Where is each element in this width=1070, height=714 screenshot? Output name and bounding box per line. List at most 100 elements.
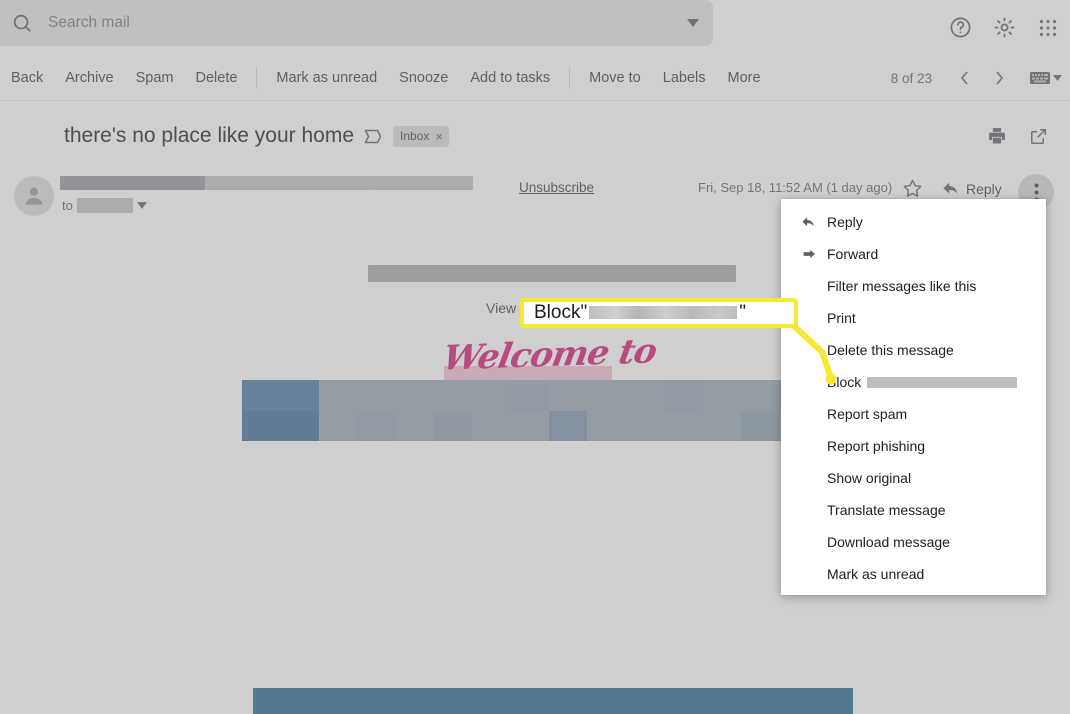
print-icon[interactable]	[987, 126, 1007, 146]
forward-arrow-icon	[801, 247, 827, 261]
toolbar-move-to-button[interactable]: Move to	[578, 55, 652, 101]
google-apps-grid-icon[interactable]	[1034, 14, 1062, 42]
toolbar-labels-button[interactable]: Labels	[652, 55, 717, 101]
chevron-right-icon[interactable]	[984, 63, 1014, 93]
menu-item-download-message[interactable]: Download message	[781, 526, 1046, 558]
recipient-redacted	[76, 198, 133, 213]
view-label: View	[486, 300, 517, 316]
message-date: Fri, Sep 18, 11:52 AM (1 day ago)	[698, 180, 893, 195]
avatar	[14, 176, 54, 216]
toolbar-mark-as-unread-button[interactable]: Mark as unread	[265, 55, 388, 101]
important-marker-icon[interactable]	[364, 129, 382, 144]
menu-item-label: Report spam	[827, 406, 908, 422]
callout-prefix: Block	[534, 302, 581, 323]
help-icon[interactable]	[946, 14, 974, 42]
toolbar-more-button[interactable]: More	[716, 55, 771, 101]
close-icon[interactable]: ×	[435, 129, 443, 144]
reply-arrow-icon	[801, 215, 827, 229]
search-icon	[10, 11, 34, 35]
pixel-tile	[510, 410, 549, 441]
menu-item-print[interactable]: Print	[781, 302, 1046, 334]
search-bar[interactable]	[0, 0, 713, 46]
subject-actions	[987, 110, 1048, 162]
to-label: to	[62, 198, 73, 213]
menu-item-reply[interactable]: Reply	[781, 206, 1046, 238]
toolbar-snooze-button[interactable]: Snooze	[388, 55, 459, 101]
pixel-tile	[549, 380, 588, 411]
pixel-tile	[357, 410, 396, 441]
pixel-tile	[357, 380, 396, 411]
pixel-tile	[242, 410, 281, 441]
callout-redacted-sender	[589, 306, 738, 320]
page-title: there's no place like your home	[64, 124, 355, 147]
menu-item-show-original[interactable]: Show original	[781, 462, 1046, 494]
menu-item-report-spam[interactable]: Report spam	[781, 398, 1046, 430]
pixel-tile	[587, 410, 626, 441]
pixel-tile	[664, 410, 703, 441]
welcome-script-smear	[444, 366, 612, 380]
search-options-chevron-down-icon[interactable]	[673, 19, 713, 27]
search-input[interactable]	[48, 14, 673, 32]
menu-item-label: Translate message	[827, 502, 946, 518]
menu-item-label: Download message	[827, 534, 950, 550]
reply-button[interactable]: Reply	[966, 181, 1002, 197]
top-bar	[0, 0, 1070, 55]
chevron-down-icon	[1053, 75, 1062, 81]
menu-item-report-phishing[interactable]: Report phishing	[781, 430, 1046, 462]
menu-item-label: Reply	[827, 214, 863, 230]
menu-item-label: Mark as unread	[827, 566, 925, 582]
body-redacted-line	[368, 265, 736, 282]
pixel-tile	[702, 410, 741, 441]
menu-item-filter-messages-like-this[interactable]: Filter messages like this	[781, 270, 1046, 302]
unsubscribe-link[interactable]: Unsubscribe	[519, 180, 594, 195]
keyboard-icon[interactable]	[1030, 71, 1062, 85]
pixel-tile	[433, 410, 473, 441]
menu-item-label: Delete this message	[827, 342, 954, 358]
toolbar-back-button[interactable]: Back	[0, 55, 54, 101]
pixel-tile	[395, 410, 434, 441]
sender-name-redacted	[60, 176, 473, 190]
toolbar-add-to-tasks-button[interactable]: Add to tasks	[459, 55, 561, 101]
block-callout: Block" "	[520, 298, 798, 328]
menu-item-mark-as-unread[interactable]: Mark as unread	[781, 558, 1046, 590]
message-count: 8 of 23	[890, 70, 932, 86]
recipient-chevron-down-icon[interactable]	[136, 202, 147, 209]
menu-item-label: Print	[827, 310, 856, 326]
pixel-tile	[433, 380, 473, 411]
label-chip-text: Inbox	[400, 129, 430, 143]
pixelated-image-band	[242, 380, 856, 441]
toolbar-archive-button[interactable]: Archive	[54, 55, 124, 101]
menu-item-label: Forward	[827, 246, 879, 262]
toolbar-delete-button[interactable]: Delete	[185, 55, 249, 101]
toolbar-spam-button[interactable]: Spam	[125, 55, 185, 101]
pixel-tile	[242, 380, 281, 411]
menu-item-label: Block	[827, 374, 862, 390]
pixel-tile	[702, 380, 741, 411]
menu-item-translate-message[interactable]: Translate message	[781, 494, 1046, 526]
menu-item-delete-this-message[interactable]: Delete this message	[781, 334, 1046, 366]
chevron-left-icon[interactable]	[950, 63, 980, 93]
menu-item-label: Filter messages like this	[827, 278, 977, 294]
menu-item-block[interactable]: Block	[781, 366, 1046, 398]
pixel-tile	[395, 380, 434, 411]
menu-item-forward[interactable]: Forward	[781, 238, 1046, 270]
pixel-tile	[472, 410, 511, 441]
pixel-tile	[587, 380, 626, 411]
message-toolbar: Back Archive Spam Delete Mark as unread …	[0, 55, 1070, 101]
settings-gear-icon[interactable]	[990, 14, 1018, 42]
pixel-tile	[510, 380, 549, 411]
pixel-tile	[472, 380, 511, 411]
label-chip-inbox[interactable]: Inbox ×	[393, 125, 449, 147]
pixel-tile	[664, 380, 703, 411]
menu-item-redacted-sender	[867, 376, 1018, 388]
menu-item-label: Show original	[827, 470, 912, 486]
pixel-tile	[280, 380, 319, 411]
open-in-new-window-icon[interactable]	[1029, 127, 1048, 146]
callout-quote-open: "	[580, 302, 588, 323]
pixel-tile	[740, 410, 780, 441]
callout-text: Block" "	[534, 302, 746, 324]
message-more-menu: Reply Forward Filter messages like this Pri…	[781, 199, 1046, 595]
recipient-line[interactable]: to	[62, 198, 147, 213]
subject-row: there's no place like your home Inbox ×	[0, 110, 1070, 162]
gmail-message-view: Back Archive Spam Delete Mark as unread …	[0, 0, 1070, 714]
